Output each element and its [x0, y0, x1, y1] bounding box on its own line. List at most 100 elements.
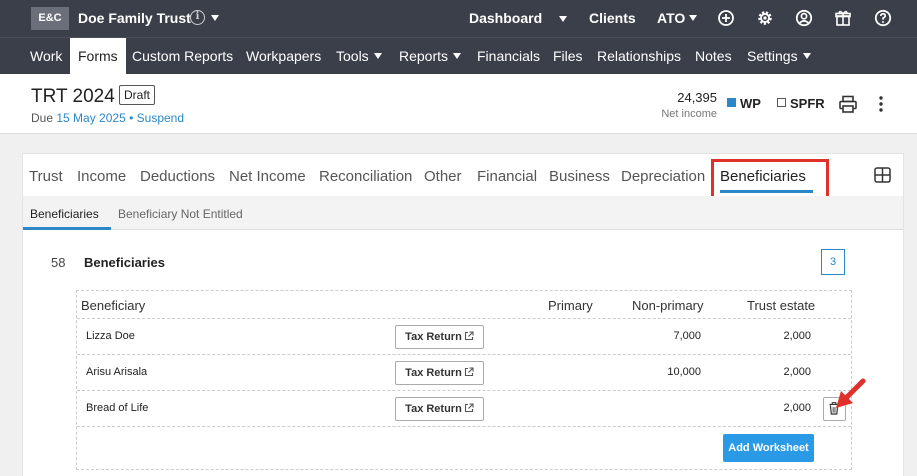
- nav-item-label: Workpapers: [246, 48, 322, 64]
- user-circle-icon[interactable]: [795, 9, 813, 27]
- suspend-link[interactable]: Suspend: [137, 111, 184, 125]
- annotation-arrow-icon: [836, 378, 866, 408]
- beneficiary-name: Bread of Life: [86, 402, 149, 414]
- section-title: Beneficiaries: [84, 255, 165, 270]
- tab-net-income[interactable]: Net Income: [229, 168, 306, 185]
- page-title: TRT 2024: [31, 86, 115, 107]
- tab-income[interactable]: Income: [77, 168, 126, 185]
- column-header-non-primary: Non-primary: [632, 298, 704, 313]
- column-header-trust-estate: Trust estate: [747, 298, 816, 313]
- print-icon[interactable]: [838, 94, 858, 114]
- net-income-value: 24,395: [677, 90, 717, 105]
- beneficiaries-table: Beneficiary Primary Non-primary Trust es…: [76, 290, 852, 470]
- external-link-icon: [464, 403, 474, 413]
- more-options-icon[interactable]: [872, 94, 890, 114]
- nav-item-notes[interactable]: Notes: [695, 38, 732, 75]
- form-tabs: Trust Income Deductions Net Income Recon…: [23, 154, 903, 202]
- nav-item-label: Notes: [695, 48, 732, 64]
- nav-item-label: Settings: [747, 48, 798, 64]
- column-header-primary: Primary: [548, 298, 593, 313]
- nav-item-label: Tools: [336, 48, 369, 64]
- spfr-indicator-icon[interactable]: [777, 98, 786, 107]
- info-icon[interactable]: i: [190, 10, 205, 25]
- tab-trust[interactable]: Trust: [29, 168, 63, 185]
- tab-financial[interactable]: Financial: [477, 168, 537, 185]
- clients-link[interactable]: Clients: [589, 10, 636, 26]
- tax-return-label: Tax Return: [405, 403, 462, 415]
- nav-item-label: Files: [553, 48, 583, 64]
- grid-layout-icon[interactable]: [874, 167, 891, 183]
- table-row: Arisu Arisala Tax Return 10,000 2,000: [77, 354, 851, 390]
- nav-item-workpapers[interactable]: Workpapers: [246, 38, 321, 75]
- nav-item-work[interactable]: Work: [30, 38, 62, 75]
- trust-estate-value: 2,000: [783, 366, 811, 378]
- entity-name[interactable]: Doe Family Trust: [78, 10, 191, 26]
- nav-item-custom-reports[interactable]: Custom Reports: [132, 38, 233, 75]
- nav-item-tools[interactable]: Tools: [336, 38, 382, 75]
- nav-item-reports[interactable]: Reports: [399, 38, 462, 75]
- tax-return-label: Tax Return: [405, 367, 462, 379]
- chevron-down-icon: [373, 53, 382, 60]
- dashboard-dropdown-caret-icon[interactable]: [559, 16, 567, 22]
- ato-dropdown-caret-icon[interactable]: [689, 15, 697, 21]
- trust-estate-value: 2,000: [783, 402, 811, 414]
- tax-return-button[interactable]: Tax Return: [395, 325, 484, 349]
- nav-item-label: Relationships: [597, 48, 682, 64]
- external-link-icon: [464, 367, 474, 377]
- tax-return-button[interactable]: Tax Return: [395, 361, 484, 385]
- form-header: TRT 2024 Draft Due 15 May 2025 • Suspend…: [0, 74, 917, 134]
- due-prefix: Due: [31, 111, 54, 125]
- table-row: Lizza Doe Tax Return 7,000 2,000: [77, 318, 851, 354]
- tab-other[interactable]: Other: [424, 168, 462, 185]
- spfr-toggle[interactable]: SPFR: [790, 96, 825, 111]
- due-date-link[interactable]: 15 May 2025: [56, 111, 125, 125]
- trust-estate-value: 2,000: [783, 330, 811, 342]
- tax-return-button[interactable]: Tax Return: [395, 397, 484, 421]
- beneficiary-name: Arisu Arisala: [86, 366, 148, 378]
- form-card: Trust Income Deductions Net Income Recon…: [22, 153, 904, 476]
- external-link-icon: [464, 331, 474, 341]
- dashboard-link[interactable]: Dashboard: [469, 10, 542, 26]
- nav-item-files[interactable]: Files: [553, 38, 583, 75]
- gift-icon[interactable]: [834, 9, 852, 27]
- ato-link[interactable]: ATO: [657, 10, 685, 26]
- nav-item-forms[interactable]: Forms: [70, 38, 126, 75]
- subtab-beneficiaries[interactable]: Beneficiaries: [30, 207, 99, 221]
- nav-item-label: Work: [30, 48, 63, 64]
- active-subtab-indicator: [23, 227, 111, 230]
- wp-indicator-icon[interactable]: [727, 98, 736, 107]
- beneficiary-count-badge[interactable]: 3: [821, 249, 845, 275]
- table-row: Bread of Life Tax Return 2,000: [77, 390, 851, 426]
- separator: •: [129, 111, 134, 125]
- chevron-down-icon: [802, 53, 811, 60]
- status-badge: Draft: [119, 85, 156, 105]
- help-icon[interactable]: [874, 9, 892, 27]
- section-number: 58: [51, 255, 66, 270]
- main-nav: Work Forms Custom Reports Workpapers Too…: [0, 37, 917, 75]
- tab-reconciliation[interactable]: Reconciliation: [319, 168, 412, 185]
- tab-business[interactable]: Business: [549, 168, 610, 185]
- entity-dropdown-caret-icon[interactable]: [211, 15, 219, 21]
- due-line: Due 15 May 2025 • Suspend: [31, 111, 184, 125]
- nav-item-label: Forms: [78, 48, 118, 64]
- nav-item-label: Reports: [399, 48, 449, 64]
- logo[interactable]: E&C: [31, 7, 69, 30]
- nav-item-settings[interactable]: Settings: [747, 38, 811, 75]
- add-worksheet-button[interactable]: Add Worksheet: [723, 434, 814, 462]
- tab-deductions[interactable]: Deductions: [140, 168, 215, 185]
- non-primary-value: 7,000: [673, 330, 701, 342]
- net-income-label: Net income: [661, 108, 717, 120]
- nav-item-financials[interactable]: Financials: [477, 38, 540, 75]
- wp-toggle[interactable]: WP: [740, 96, 761, 111]
- nav-item-relationships[interactable]: Relationships: [597, 38, 681, 75]
- nav-item-label: Financials: [477, 48, 541, 64]
- subtab-beneficiary-not-entitled[interactable]: Beneficiary Not Entitled: [118, 207, 243, 221]
- column-header-beneficiary: Beneficiary: [81, 298, 146, 313]
- gear-icon[interactable]: [756, 9, 774, 27]
- table-footer-row: Add Worksheet: [77, 426, 851, 469]
- tab-depreciation[interactable]: Depreciation: [621, 168, 705, 185]
- non-primary-value: 10,000: [667, 366, 701, 378]
- tax-return-label: Tax Return: [405, 331, 462, 343]
- plus-circle-icon[interactable]: [717, 9, 735, 27]
- beneficiary-name: Lizza Doe: [86, 330, 135, 342]
